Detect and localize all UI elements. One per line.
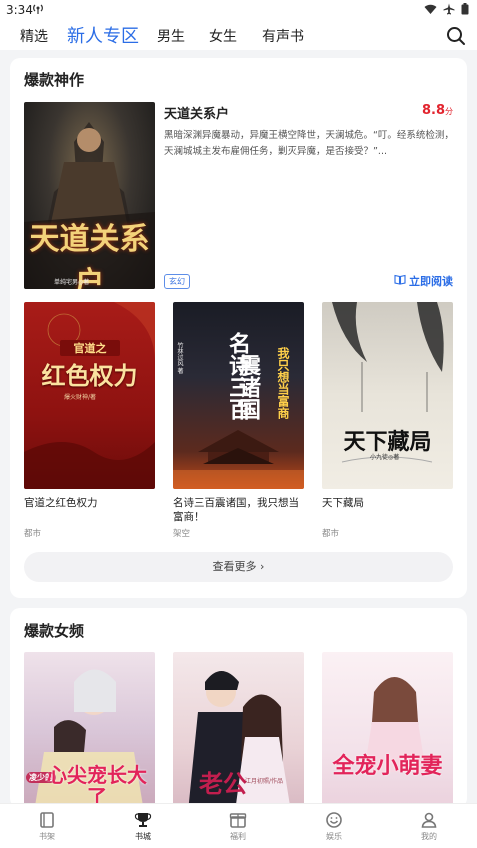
search-icon[interactable]: [445, 25, 467, 47]
nav-profile[interactable]: 我的: [399, 809, 459, 842]
featured-book-score: 8.8分: [421, 103, 453, 118]
bookshelf-icon: [17, 811, 77, 829]
read-now-button[interactable]: 立即阅读: [394, 273, 453, 289]
tab-featured[interactable]: 精选: [20, 26, 48, 46]
section-female-hits: 爆款女频 凌少的 心尖宠长大了 老公 江月初照/作品 全宠小萌妻: [10, 608, 467, 808]
cover-title-line2: 震诸国: [235, 354, 261, 420]
cover-author: 竹林过风 著: [176, 342, 183, 374]
featured-cover-text: 天道关系户: [29, 222, 150, 289]
featured-book-description: 黑暗深渊异魔暴动，异魔王横空降世，天澜城危。“叮。经系统检测，天澜城城主发布雇佣…: [164, 130, 454, 157]
tab-male[interactable]: 男生: [157, 26, 185, 46]
nav-entertainment[interactable]: 娱乐: [304, 809, 364, 842]
cover-title: 全宠小萌妻: [332, 753, 443, 779]
book-category: 都市: [24, 529, 42, 539]
tab-female[interactable]: 女生: [209, 26, 237, 46]
view-more-button[interactable]: 查看更多 ›: [24, 552, 453, 582]
book-cover[interactable]: 名诗三百 震诸国 我只想当富商 竹林过风 著: [173, 302, 304, 489]
featured-book-cover[interactable]: 天道关系户 单纯宅男◎著: [24, 102, 155, 289]
cover-author: 爆火财神/著: [64, 394, 97, 401]
section-title: 爆款神作: [24, 71, 85, 89]
book-category: 架空: [173, 529, 191, 539]
cover-title-line1: 官道之: [60, 340, 120, 356]
book-cover[interactable]: 全宠小萌妻: [322, 652, 453, 808]
signal-icon: [32, 2, 44, 17]
book-title[interactable]: 名诗三百震诸国，我只想当富商！: [173, 496, 308, 524]
tab-newcomer[interactable]: 新人专区: [67, 22, 139, 48]
book-open-icon: [394, 274, 406, 288]
airplane-icon: [443, 3, 455, 18]
nav-welfare[interactable]: 福利: [208, 809, 268, 842]
book-title[interactable]: 天下藏局: [322, 496, 457, 510]
cover-title: 心尖宠长大了: [47, 763, 147, 808]
cover-title-line2: 红色权力: [41, 361, 138, 390]
chevron-right-icon: ›: [260, 560, 265, 573]
tab-audiobook[interactable]: 有声书: [262, 26, 304, 46]
smiley-icon: [304, 811, 364, 829]
battery-icon: [461, 3, 469, 18]
status-bar: 3:34: [0, 0, 477, 20]
nav-bookstore[interactable]: 书城: [113, 809, 173, 842]
book-cover[interactable]: 老公 江月初照/作品: [173, 652, 304, 808]
cover-author: 江月初照/作品: [245, 778, 284, 785]
bottom-nav-bar: 书架 书城 福利 娱乐 我的: [0, 803, 477, 848]
book-cover[interactable]: 凌少的 心尖宠长大了: [24, 652, 155, 808]
status-time: 3:34: [6, 3, 33, 17]
section-hot-picks: 爆款神作 天道关系户 单纯宅男◎著 天道关系户 8.8分 黑暗深渊异魔暴动，异魔…: [10, 58, 467, 598]
cover-title: 老公: [199, 769, 247, 798]
book-category: 都市: [322, 529, 340, 539]
featured-book-title[interactable]: 天道关系户: [164, 103, 229, 122]
section-title: 爆款女频: [24, 622, 85, 640]
featured-cover-author: 单纯宅男◎著: [54, 279, 90, 286]
cover-subtitle: 我只想当富商: [276, 347, 290, 419]
top-tab-bar: 精选 新人专区 男生 女生 有声书: [0, 20, 477, 50]
book-title[interactable]: 官道之红色权力: [24, 496, 159, 510]
nav-bookshelf[interactable]: 书架: [17, 809, 77, 842]
trophy-icon: [113, 811, 173, 829]
wifi-icon: [424, 3, 437, 18]
user-icon: [399, 811, 459, 829]
genre-tag: 玄幻: [164, 274, 190, 289]
book-cover[interactable]: 官道之 红色权力 爆火财神/著: [24, 302, 155, 489]
cover-author: 小九徒◎著: [370, 454, 400, 461]
book-cover[interactable]: 天下藏局 小九徒◎著: [322, 302, 453, 489]
gift-box-icon: [208, 811, 268, 829]
